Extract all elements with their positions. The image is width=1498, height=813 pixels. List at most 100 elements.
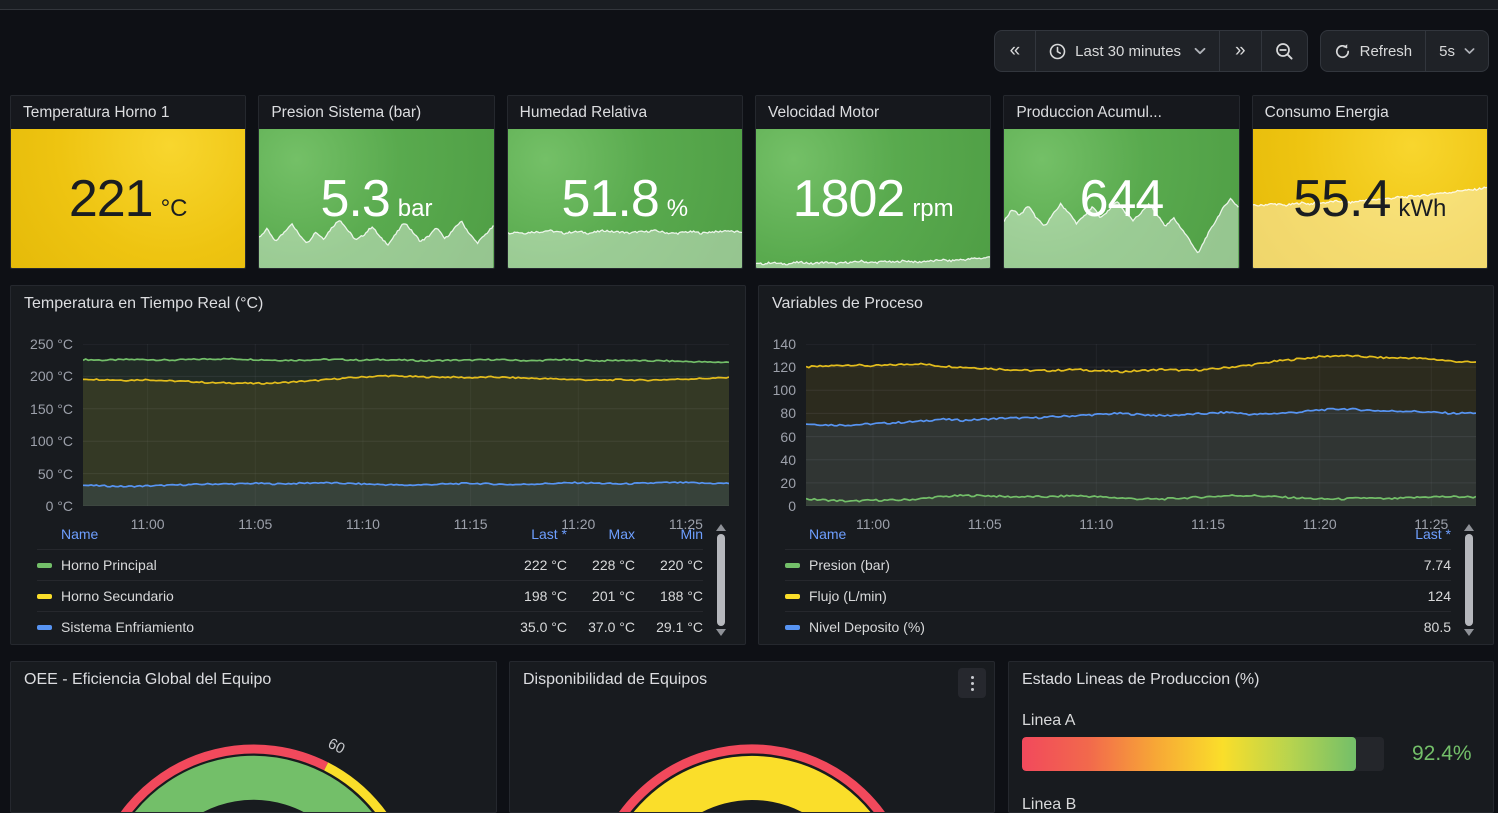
time-picker-group: « Last 30 minutes »: [994, 30, 1308, 72]
panel-estado-lineas: Estado Lineas de Produccion (%) Linea A9…: [1008, 661, 1494, 813]
stat-value: 1802rpm: [793, 173, 954, 225]
stat-panel-body: 55.4kWh: [1253, 129, 1487, 268]
scroll-up-icon[interactable]: [1464, 524, 1474, 531]
legend-scrollbar[interactable]: [1461, 524, 1477, 636]
legend-header-name[interactable]: Name: [785, 526, 1381, 542]
time-forward-button[interactable]: »: [1219, 31, 1261, 71]
y-axis-tick: 200 °C: [30, 368, 73, 384]
panel-title[interactable]: Estado Lineas de Produccion (%): [1022, 671, 1259, 689]
scroll-thumb[interactable]: [1465, 534, 1473, 626]
stat-panel-header: Humedad Relativa: [508, 96, 742, 129]
panel-title[interactable]: Variables de Proceso: [772, 295, 923, 313]
y-axis-tick: 150 °C: [30, 401, 73, 417]
legend-header-row: NameLast *MaxMin: [37, 519, 703, 549]
legend-series-name[interactable]: Horno Principal: [37, 557, 491, 573]
legend-series-name[interactable]: Sistema Enfriamiento: [37, 619, 491, 635]
panel-title[interactable]: Disponibilidad de Equipos: [523, 671, 707, 689]
legend-series-label[interactable]: Presion (bar): [809, 557, 890, 573]
scroll-up-icon[interactable]: [716, 524, 726, 531]
time-range-label: Last 30 minutes: [1075, 43, 1181, 60]
stat-panel-header: Presion Sistema (bar): [259, 96, 493, 129]
legend-header-row: NameLast *: [785, 519, 1451, 549]
stat-panel-6: Consumo Energia 55.4kWh: [1252, 95, 1488, 269]
bar-gauge-label: Linea B: [1022, 796, 1480, 813]
stat-value-unit: %: [667, 197, 688, 221]
stat-panel-2: Presion Sistema (bar) 5.3 bar: [258, 95, 494, 269]
bar-gauge-track: [1022, 737, 1384, 771]
time-forward-label: »: [1233, 31, 1248, 71]
stat-value-unit: bar: [398, 197, 433, 221]
y-axis-tick: 80: [780, 405, 796, 421]
legend-series-label[interactable]: Horno Principal: [61, 557, 157, 573]
legend-series-name[interactable]: Presion (bar): [785, 557, 1381, 573]
legend-header-col[interactable]: Last *: [491, 526, 567, 542]
stat-panels-row: Temperatura Horno 1221°CPresion Sistema …: [10, 95, 1488, 269]
legend-row: Presion (bar) 7.74: [785, 549, 1451, 580]
panel-disponibilidad-gauge: Disponibilidad de Equipos: [509, 661, 995, 813]
scroll-down-icon[interactable]: [716, 629, 726, 636]
stat-panel-header: Produccion Acumul...: [1004, 96, 1238, 129]
legend-series-name[interactable]: Horno Secundario: [37, 588, 491, 604]
series-swatch: [37, 625, 52, 630]
scroll-thumb[interactable]: [717, 534, 725, 626]
legend-value-max: 228 °C: [567, 557, 635, 573]
stat-value-number: 5.3: [321, 173, 390, 225]
panel-title[interactable]: OEE - Eficiencia Global del Equipo: [24, 671, 271, 689]
legend-scrollbar[interactable]: [713, 524, 729, 636]
legend-value-max: 201 °C: [567, 588, 635, 604]
kebab-icon: [971, 676, 974, 691]
stat-panel-title[interactable]: Temperatura Horno 1: [23, 104, 169, 122]
series-swatch: [37, 594, 52, 599]
refresh-button[interactable]: Refresh: [1321, 31, 1426, 71]
legend-value-last: 80.5: [1381, 619, 1451, 635]
stat-panel-body: 221°C: [11, 129, 245, 268]
legend-series-name[interactable]: Flujo (L/min): [785, 588, 1381, 604]
legend-value-last: 222 °C: [491, 557, 567, 573]
bar-gauge-row: Linea B: [1022, 796, 1480, 813]
stat-panel-title[interactable]: Consumo Energia: [1265, 104, 1389, 122]
legend-series-name[interactable]: Nivel Deposito (%): [785, 619, 1381, 635]
series-swatch: [785, 563, 800, 568]
stat-value: 644: [1080, 173, 1164, 225]
time-back-button[interactable]: «: [995, 31, 1036, 71]
stat-panel-5: Produccion Acumul... 644: [1003, 95, 1239, 269]
legend-value-last: 35.0 °C: [491, 619, 567, 635]
stat-panel-title[interactable]: Humedad Relativa: [520, 104, 648, 122]
y-axis-tick: 140: [773, 336, 796, 352]
legend-series-label[interactable]: Sistema Enfriamiento: [61, 619, 194, 635]
scroll-down-icon[interactable]: [1464, 629, 1474, 636]
y-axis-tick: 100 °C: [30, 433, 73, 449]
legend-header-col[interactable]: Last *: [1381, 526, 1451, 542]
legend-header-col[interactable]: Min: [635, 526, 703, 542]
legend-value-last: 198 °C: [491, 588, 567, 604]
legend-series-label[interactable]: Nivel Deposito (%): [809, 619, 925, 635]
timeseries-plot[interactable]: [806, 344, 1476, 506]
legend-header-name[interactable]: Name: [37, 526, 491, 542]
legend-series-label[interactable]: Horno Secundario: [61, 588, 174, 604]
clock-icon: [1049, 43, 1066, 60]
y-axis-tick: 60: [780, 429, 796, 445]
y-axis-tick: 0: [788, 498, 796, 514]
legend-row: Nivel Deposito (%) 80.5: [785, 611, 1451, 642]
stat-panel-header: Velocidad Motor: [756, 96, 990, 129]
legend-table: NameLast * Presion (bar) 7.74 Flujo (L/min)…: [785, 519, 1451, 642]
stat-value-unit: °C: [161, 197, 188, 221]
legend-header-col[interactable]: Max: [567, 526, 635, 542]
bar-gauge-row: Linea A92.4%: [1022, 712, 1480, 771]
legend-value-min: 29.1 °C: [635, 619, 703, 635]
series-swatch: [785, 625, 800, 630]
stat-panel-title[interactable]: Produccion Acumul...: [1016, 104, 1162, 122]
zoom-out-button[interactable]: [1261, 31, 1307, 71]
stat-panel-body: 51.8%: [508, 129, 742, 268]
refresh-interval-button[interactable]: 5s: [1425, 31, 1488, 71]
legend-series-label[interactable]: Flujo (L/min): [809, 588, 887, 604]
stat-panel-title[interactable]: Velocidad Motor: [768, 104, 879, 122]
stat-value-number: 1802: [793, 173, 905, 225]
timeseries-plot[interactable]: [83, 344, 729, 506]
panel-title[interactable]: Temperatura en Tiempo Real (°C): [24, 295, 263, 313]
legend-value-last: 7.74: [1381, 557, 1451, 573]
time-range-button[interactable]: Last 30 minutes: [1035, 31, 1219, 71]
stat-value: 55.4kWh: [1293, 173, 1446, 225]
oee-gauge: 60: [11, 690, 496, 812]
stat-panel-title[interactable]: Presion Sistema (bar): [271, 104, 421, 122]
